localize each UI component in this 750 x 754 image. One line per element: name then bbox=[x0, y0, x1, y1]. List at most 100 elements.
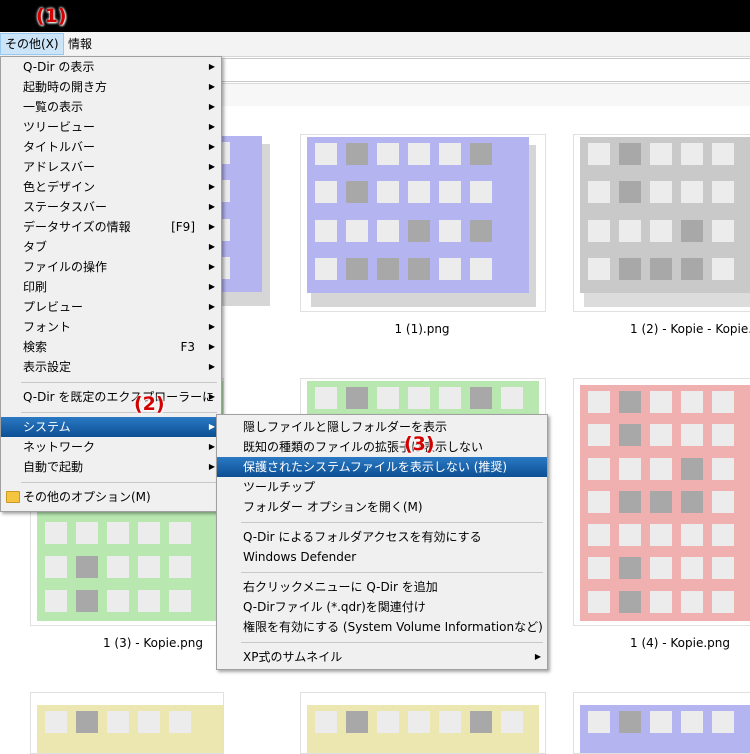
thumbnail-cell bbox=[76, 711, 98, 733]
thumbnail-cell bbox=[346, 219, 368, 242]
thumbnail-cell bbox=[138, 522, 160, 545]
window-title-bar bbox=[0, 0, 750, 32]
submenu-item-hide-extensions[interactable]: 既知の種類のファイルの拡張子は表示しない bbox=[217, 437, 547, 457]
menu-item-other-options[interactable]: その他のオプション(M) bbox=[1, 487, 221, 507]
thumbnail-cell bbox=[470, 143, 492, 165]
submenu-item-context-menu[interactable]: 右クリックメニューに Q-Dir を追加 bbox=[217, 577, 547, 597]
thumbnail-3-1[interactable] bbox=[30, 692, 224, 754]
thumbnail-3-3[interactable] bbox=[573, 692, 750, 754]
chevron-right-icon: ▶ bbox=[208, 442, 215, 451]
thumbnail-cell bbox=[408, 387, 430, 409]
thumbnail-cell bbox=[681, 143, 703, 165]
thumbnail-cell bbox=[439, 257, 461, 280]
thumbnail-cell bbox=[650, 391, 672, 413]
chevron-right-icon: ▶ bbox=[208, 362, 215, 371]
thumbnail-cell bbox=[315, 181, 337, 204]
thumbnail-cell bbox=[169, 711, 191, 733]
thumbnail-cell bbox=[619, 590, 641, 613]
menu-item-status-bar[interactable]: ステータスバー ▶ bbox=[1, 197, 221, 217]
menu-item-search[interactable]: 検索 F3 ▶ bbox=[1, 337, 221, 357]
menu-item-preview[interactable]: プレビュー ▶ bbox=[1, 297, 221, 317]
thumbnail-cell bbox=[408, 143, 430, 165]
chevron-right-icon: ▶ bbox=[208, 182, 215, 191]
thumbnail-cell bbox=[650, 557, 672, 580]
thumbnail-cell bbox=[619, 711, 641, 733]
thumbnail-cell bbox=[408, 181, 430, 204]
thumbnail-cell bbox=[107, 711, 129, 733]
submenu-item-xp-thumbnails[interactable]: XP式のサムネイル ▶ bbox=[217, 647, 547, 667]
thumbnail-cell bbox=[619, 557, 641, 580]
submenu-item-folder-options[interactable]: フォルダー オプションを開く(M) bbox=[217, 497, 547, 517]
thumbnail-cell bbox=[346, 257, 368, 280]
menu-item-title-bar[interactable]: タイトルバー ▶ bbox=[1, 137, 221, 157]
thumbnail-cell bbox=[588, 391, 610, 413]
thumbnail-cell bbox=[315, 711, 337, 733]
thumbnail-cell bbox=[377, 711, 399, 733]
submenu-item-associate-qdr[interactable]: Q-Dirファイル (*.qdr)を関連付け bbox=[217, 597, 547, 617]
thumbnail-cell bbox=[712, 711, 734, 733]
thumbnail-cell bbox=[439, 181, 461, 204]
menu-item-file-ops[interactable]: ファイルの操作 ▶ bbox=[1, 257, 221, 277]
thumbnail-cell bbox=[346, 387, 368, 409]
submenu-item-windows-defender[interactable]: Windows Defender bbox=[217, 547, 547, 567]
thumbnail-cell bbox=[619, 257, 641, 280]
chevron-right-icon: ▶ bbox=[208, 102, 215, 111]
menu-item-network[interactable]: ネットワーク ▶ bbox=[1, 437, 221, 457]
thumbnail-cell bbox=[588, 424, 610, 447]
chevron-right-icon: ▶ bbox=[208, 162, 215, 171]
thumbnail-cell bbox=[681, 457, 703, 480]
thumbnail-cell bbox=[107, 556, 129, 579]
thumbnail-1-2[interactable] bbox=[573, 134, 750, 312]
thumbnail-cell bbox=[470, 257, 492, 280]
thumbnail-cell bbox=[588, 143, 610, 165]
chevron-right-icon: ▶ bbox=[208, 302, 215, 311]
thumbnail-cell bbox=[439, 711, 461, 733]
thumbnail-cell bbox=[169, 556, 191, 579]
submenu-item-enable-permissions[interactable]: 権限を有効にする (System Volume Informationなど) bbox=[217, 617, 547, 637]
thumbnail-cell bbox=[470, 181, 492, 204]
menu-item-startup[interactable]: 起動時の開き方 ▶ bbox=[1, 77, 221, 97]
thumbnail-cell bbox=[712, 590, 734, 613]
menu-item-font[interactable]: フォント ▶ bbox=[1, 317, 221, 337]
menu-item-colors-design[interactable]: 色とデザイン ▶ bbox=[1, 177, 221, 197]
menu-item-default-explorer[interactable]: Q-Dir を既定のエクスプローラーに ▶ bbox=[1, 387, 221, 407]
menu-item-display-settings[interactable]: 表示設定 ▶ bbox=[1, 357, 221, 377]
thumbnail-cell bbox=[377, 257, 399, 280]
menu-other[interactable]: その他(X) bbox=[0, 33, 64, 55]
menu-item-tabs[interactable]: タブ ▶ bbox=[1, 237, 221, 257]
menu-info[interactable]: 情報 bbox=[64, 34, 96, 54]
menu-item-autostart[interactable]: 自動で起動 ▶ bbox=[1, 457, 221, 477]
thumbnail-cell bbox=[107, 522, 129, 545]
thumbnail-cell bbox=[588, 590, 610, 613]
menu-separator bbox=[241, 642, 543, 643]
menu-item-qdir-view[interactable]: Q-Dir の表示 ▶ bbox=[1, 57, 221, 77]
thumbnail-cell bbox=[377, 143, 399, 165]
address-bar[interactable] bbox=[220, 58, 750, 82]
thumbnail-cell bbox=[681, 711, 703, 733]
thumbnail-3-2[interactable] bbox=[300, 692, 546, 754]
menu-item-list-view[interactable]: 一覧の表示 ▶ bbox=[1, 97, 221, 117]
thumbnail-1-1[interactable] bbox=[300, 134, 546, 312]
thumbnail-cell bbox=[45, 522, 67, 545]
thumbnail-cell bbox=[681, 557, 703, 580]
thumbnail-2-3[interactable] bbox=[573, 378, 750, 626]
menu-item-data-size[interactable]: データサイズの情報 [F9] ▶ bbox=[1, 217, 221, 237]
submenu-item-hide-protected[interactable]: 保護されたシステムファイルを表示しない (推奨) bbox=[217, 457, 547, 477]
menu-item-address-bar[interactable]: アドレスバー ▶ bbox=[1, 157, 221, 177]
menu-item-print[interactable]: 印刷 ▶ bbox=[1, 277, 221, 297]
chevron-right-icon: ▶ bbox=[208, 262, 215, 271]
submenu-item-show-hidden[interactable]: 隠しファイルと隠しフォルダーを表示 bbox=[217, 417, 547, 437]
submenu-item-folder-access[interactable]: Q-Dir によるフォルダアクセスを有効にする bbox=[217, 527, 547, 547]
thumbnail-cell bbox=[619, 219, 641, 242]
menu-item-tree-view[interactable]: ツリービュー ▶ bbox=[1, 117, 221, 137]
submenu-item-tooltip[interactable]: ツールチップ bbox=[217, 477, 547, 497]
thumbnail-cell bbox=[650, 711, 672, 733]
chevron-right-icon: ▶ bbox=[534, 652, 541, 661]
thumbnail-cell bbox=[650, 424, 672, 447]
thumbnail-cell bbox=[588, 457, 610, 480]
thumbnail-cell bbox=[619, 457, 641, 480]
menu-item-system[interactable]: システム ▶ bbox=[1, 417, 221, 437]
thumbnail-cell bbox=[408, 219, 430, 242]
thumbnail-cell bbox=[650, 219, 672, 242]
chevron-right-icon: ▶ bbox=[208, 222, 215, 231]
